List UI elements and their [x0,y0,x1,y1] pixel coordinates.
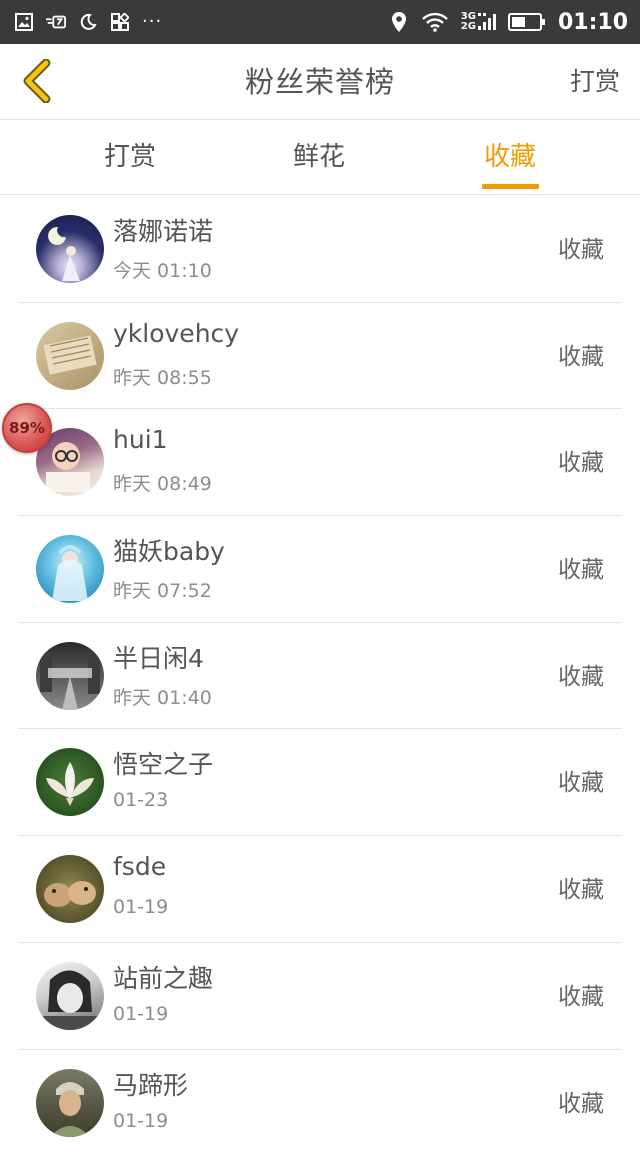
wifi-icon [421,12,449,32]
fan-name: 半日闲4 [113,639,204,675]
fan-action: 收藏 [558,337,604,371]
apps-icon [110,12,130,32]
fan-time: 今天 01:10 [113,256,212,283]
list-item[interactable]: 马蹄形 01-19 收藏 [0,1050,640,1156]
list-item[interactable]: 站前之趣 01-19 收藏 [0,943,640,1050]
fan-name: 猫妖baby [113,532,225,568]
fan-time: 昨天 08:49 [113,469,212,496]
avatar [36,535,104,603]
fan-action: 收藏 [558,763,604,797]
fan-time: 01-23 [113,789,168,811]
floating-progress-badge[interactable]: 89% [2,403,52,453]
avatar [36,855,104,923]
tab-flowers[interactable]: 鲜花 [259,121,379,195]
avatar [36,215,104,283]
fan-name: hui1 [113,425,168,454]
fan-time: 01-19 [113,896,168,918]
reward-button[interactable]: 打赏 [570,44,620,120]
fan-list: 落娜诺诺 今天 01:10 收藏 yklovehcy 昨天 08:55 收藏 h… [0,196,640,1156]
avatar [36,962,104,1030]
avatar [36,748,104,816]
image-icon [14,12,34,32]
fan-time: 昨天 07:52 [113,576,212,603]
more-notifications-icon: ··· [142,12,162,32]
fan-name: 落娜诺诺 [113,212,213,248]
list-item[interactable]: hui1 昨天 08:49 收藏 [0,409,640,516]
fan-time: 昨天 01:40 [113,683,212,710]
signal-bars-icon [478,12,496,32]
list-item[interactable]: 落娜诺诺 今天 01:10 收藏 [0,196,640,303]
fan-name: 悟空之子 [113,745,213,781]
fan-action: 收藏 [558,1084,604,1118]
avatar [36,642,104,710]
list-item[interactable]: 半日闲4 昨天 01:40 收藏 [0,623,640,730]
avatar [36,322,104,390]
moon-icon [78,12,98,32]
fan-time: 01-19 [113,1003,168,1025]
fan-action: 收藏 [558,230,604,264]
list-item[interactable]: 悟空之子 01-23 收藏 [0,729,640,836]
cellular-signal: 3G 2G [461,12,496,32]
active-tab-indicator [482,184,539,189]
fan-time: 01-19 [113,1110,168,1132]
fan-name: fsde [113,852,166,881]
fan-action: 收藏 [558,550,604,584]
fan-name: 站前之趣 [113,959,213,995]
fan-action: 收藏 [558,443,604,477]
page-title: 粉丝荣誉榜 [0,44,640,120]
tab-bar: 打赏 鲜花 收藏 [0,121,640,195]
location-icon [389,12,409,32]
avatar [36,1069,104,1137]
fan-action: 收藏 [558,977,604,1011]
fan-name: yklovehcy [113,319,239,348]
fan-action: 收藏 [558,870,604,904]
list-item[interactable]: fsde 01-19 收藏 [0,836,640,943]
fan-time: 昨天 08:55 [113,363,212,390]
app-header: 粉丝荣誉榜 打赏 [0,44,640,120]
list-item[interactable]: yklovehcy 昨天 08:55 收藏 [0,303,640,410]
status-bar: ··· 3G 2G 01:10 [0,0,640,44]
list-item[interactable]: 猫妖baby 昨天 07:52 收藏 [0,516,640,623]
battery-icon [508,12,546,32]
speed-icon [46,12,66,32]
fan-name: 马蹄形 [113,1066,188,1102]
clock: 01:10 [558,10,628,35]
tab-reward[interactable]: 打赏 [70,121,190,195]
fan-action: 收藏 [558,657,604,691]
